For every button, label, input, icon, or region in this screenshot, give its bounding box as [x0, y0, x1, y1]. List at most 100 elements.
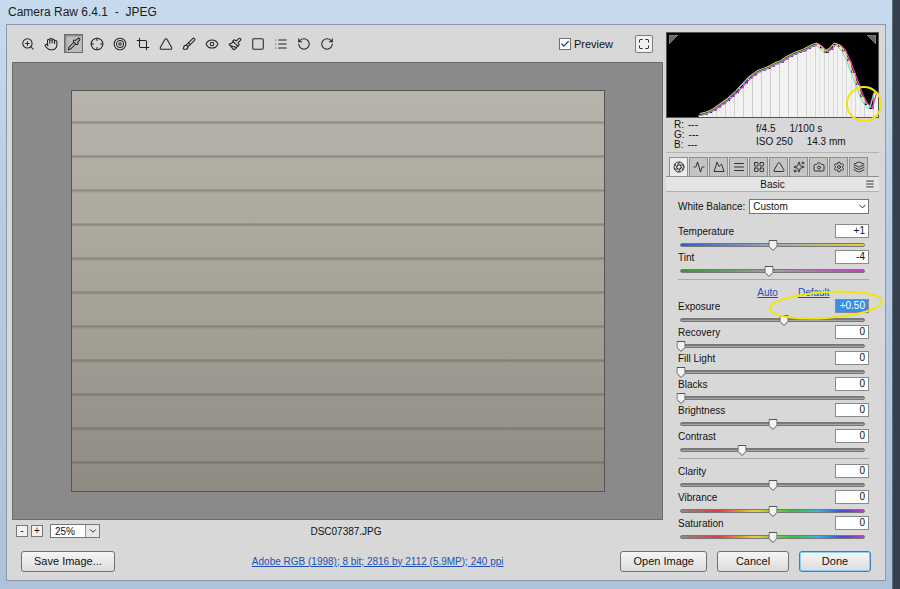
- exif-value: ISO 250: [756, 135, 793, 148]
- slider-value[interactable]: 0: [835, 516, 869, 530]
- slider-track[interactable]: [680, 344, 865, 348]
- slider-thumb-icon[interactable]: [768, 480, 777, 491]
- white-balance-select[interactable]: Custom: [749, 199, 869, 214]
- panel-link[interactable]: Auto: [757, 287, 778, 298]
- zoom-in-button[interactable]: +: [31, 525, 43, 537]
- slider-track[interactable]: [680, 269, 865, 273]
- save-image-button[interactable]: Save Image...: [21, 551, 115, 572]
- fullscreen-button[interactable]: [635, 35, 653, 53]
- panel-link[interactable]: Default: [798, 287, 830, 298]
- panel-tab[interactable]: [669, 157, 688, 176]
- histogram-bar: [739, 88, 744, 117]
- slider-thumb-icon[interactable]: [768, 419, 777, 430]
- slider-value[interactable]: 0: [835, 429, 869, 443]
- tool-button[interactable]: [317, 34, 336, 53]
- checkbox-box[interactable]: [559, 38, 571, 50]
- preferences-icon: [274, 37, 288, 51]
- brush-icon: [228, 37, 242, 51]
- slider-group: Temperature+1Tint-4: [678, 222, 869, 280]
- panel-menu-button[interactable]: [865, 179, 875, 189]
- panel-tab[interactable]: [729, 157, 748, 176]
- slider-thumb-icon[interactable]: [779, 315, 788, 326]
- slider-label: Clarity: [678, 466, 706, 477]
- detail-icon: [713, 161, 725, 173]
- panel-tab[interactable]: [689, 157, 708, 176]
- highlight-clipping-icon[interactable]: [867, 35, 876, 44]
- slider-thumb-icon[interactable]: [768, 506, 777, 517]
- slider-track[interactable]: [680, 448, 865, 452]
- histogram-chart: [667, 33, 878, 117]
- tool-button[interactable]: [41, 34, 60, 53]
- slider-track[interactable]: [680, 370, 865, 374]
- zoom-dropdown[interactable]: [85, 525, 99, 537]
- tool-button[interactable]: [87, 34, 106, 53]
- tool-button[interactable]: [110, 34, 129, 53]
- tool-button[interactable]: [133, 34, 152, 53]
- slider-head: Clarity 0: [678, 464, 869, 478]
- rotate-right-icon: [320, 37, 334, 51]
- slider-value[interactable]: -4: [835, 250, 869, 264]
- tool-button[interactable]: [271, 34, 290, 53]
- workflow-options-link[interactable]: Adobe RGB (1998); 8 bit; 2816 by 2112 (5…: [125, 556, 611, 567]
- tool-button[interactable]: [248, 34, 267, 53]
- slider-thumb-icon[interactable]: [768, 532, 777, 543]
- slider-track[interactable]: [680, 535, 865, 539]
- preview-checkbox[interactable]: Preview: [559, 38, 613, 50]
- tool-button[interactable]: [156, 34, 175, 53]
- tool-button[interactable]: [294, 34, 313, 53]
- exif-value: f/4.5: [756, 122, 775, 135]
- dialog-button[interactable]: Open Image: [620, 551, 707, 572]
- slider-label: Recovery: [678, 327, 720, 338]
- slider-value[interactable]: 0: [835, 490, 869, 504]
- dialog-client: Preview-+25%DSC07387.JPGR:---G:---B:---f…: [6, 24, 886, 581]
- right-panel: R:---G:---B:---f/4.51/100 sISO 25014.3 m…: [666, 25, 879, 542]
- slider-track[interactable]: [680, 243, 865, 247]
- panel-tab[interactable]: [829, 157, 848, 176]
- slider-thumb-icon[interactable]: [677, 393, 686, 404]
- tool-button[interactable]: [18, 34, 37, 53]
- slider-row: Tint-4: [678, 250, 869, 276]
- panel-tab[interactable]: [769, 157, 788, 176]
- slider-track[interactable]: [680, 318, 865, 322]
- slider-value[interactable]: 0: [835, 351, 869, 365]
- panel-tab[interactable]: [809, 157, 828, 176]
- zoom-out-button[interactable]: -: [16, 525, 28, 537]
- histogram-bar: [838, 47, 843, 117]
- check-icon: [560, 39, 570, 49]
- slider-thumb-icon[interactable]: [677, 367, 686, 378]
- slider-track[interactable]: [680, 396, 865, 400]
- slider-value[interactable]: 0: [835, 403, 869, 417]
- slider-value[interactable]: +1: [835, 224, 869, 238]
- slider-label: Saturation: [678, 518, 724, 529]
- main-area: Preview-+25%DSC07387.JPGR:---G:---B:---f…: [7, 25, 885, 542]
- slider-track[interactable]: [680, 422, 865, 426]
- shadow-clipping-icon[interactable]: [669, 35, 678, 44]
- tool-button[interactable]: [225, 34, 244, 53]
- slider-value[interactable]: 0: [835, 464, 869, 478]
- exif-value: 14.3 mm: [807, 135, 846, 148]
- panel-tab[interactable]: [849, 157, 868, 176]
- slider-head: Vibrance0: [678, 490, 869, 504]
- histogram-bar: [775, 64, 780, 117]
- panel-tab[interactable]: [789, 157, 808, 176]
- panel-tab[interactable]: [709, 157, 728, 176]
- slider-thumb-icon[interactable]: [677, 341, 686, 352]
- slider-value[interactable]: +0.50: [835, 299, 869, 313]
- slider-value[interactable]: 0: [835, 325, 869, 339]
- dialog-button[interactable]: Done: [799, 551, 871, 572]
- panel-tab[interactable]: [749, 157, 768, 176]
- tool-button[interactable]: [64, 34, 83, 53]
- slider-track[interactable]: [680, 483, 865, 487]
- slider-thumb-icon[interactable]: [737, 445, 746, 456]
- histogram-bar: [703, 115, 708, 117]
- slider-track[interactable]: [680, 509, 865, 513]
- slider-value[interactable]: 0: [835, 377, 869, 391]
- tool-button[interactable]: [202, 34, 221, 53]
- tool-button[interactable]: [179, 34, 198, 53]
- rgb-value: ---: [689, 130, 699, 140]
- slider-thumb-icon[interactable]: [769, 240, 778, 251]
- slider-thumb-icon[interactable]: [764, 266, 773, 277]
- zoom-select[interactable]: 25%: [50, 524, 100, 538]
- dialog-button[interactable]: Cancel: [717, 551, 789, 572]
- histogram-bar: [842, 51, 847, 117]
